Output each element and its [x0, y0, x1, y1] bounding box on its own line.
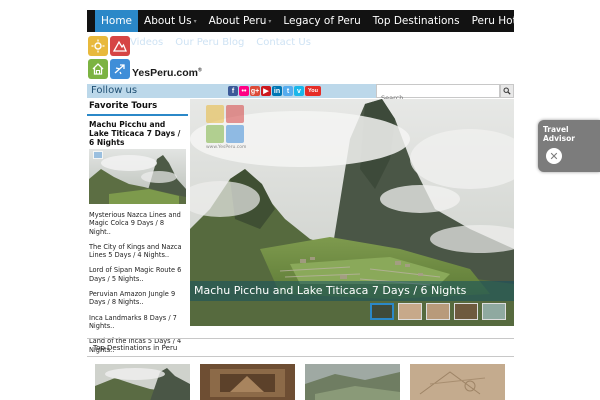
tour-link[interactable]: The City of Kings and Nazca Lines 5 Days…	[87, 243, 188, 260]
chevron-down-icon: ▾	[193, 17, 197, 25]
tour-link[interactable]: Lord of Sipan Magic Route 6 Days / 5 Nig…	[87, 266, 188, 283]
linkedin-icon[interactable]: in	[272, 86, 282, 96]
plane-icon	[110, 59, 130, 79]
hero-slider[interactable]: www.YesPeru.com Machu Picchu and Lake Ti…	[190, 99, 514, 326]
section-divider	[87, 356, 514, 357]
social-icons: f •• g+ ▶ in t v You	[228, 86, 321, 96]
logo-text: YesPeru.com®	[132, 67, 202, 79]
google-plus-icon[interactable]: g+	[250, 86, 260, 96]
travel-advisor-label: Travel Advisor	[543, 125, 575, 143]
search-button[interactable]	[500, 84, 514, 98]
nav-legacy-of-peru[interactable]: Legacy of Peru	[277, 10, 366, 32]
nav-peru-hotels[interactable]: Peru Hotels	[466, 10, 538, 32]
watermark-text: www.YesPeru.com	[206, 145, 247, 150]
search-icon	[503, 87, 511, 95]
facebook-icon[interactable]: f	[228, 86, 238, 96]
slider-thumb[interactable]	[482, 303, 506, 320]
destination-card[interactable]	[305, 364, 400, 400]
house-icon	[206, 125, 224, 143]
nav-about-us[interactable]: About Us ▾	[138, 10, 203, 32]
slider-thumb[interactable]	[398, 303, 422, 320]
top-destinations-section: Top Destinations in Peru	[87, 338, 514, 400]
mountain-icon	[110, 36, 130, 56]
house-icon	[88, 59, 108, 79]
youtube-small-icon[interactable]: ▶	[261, 86, 271, 96]
sun-icon	[206, 105, 224, 123]
search-box	[376, 84, 500, 104]
nav-legacy-label: Legacy of Peru	[283, 15, 361, 27]
main-navigation: Home About Us ▾ About Peru ▾ Legacy of Per…	[87, 10, 532, 32]
nav-about-peru-label: About Peru	[208, 15, 267, 27]
flickr-icon[interactable]: ••	[239, 86, 249, 96]
destination-card[interactable]	[410, 364, 505, 400]
youtube-icon[interactable]: You	[305, 86, 321, 96]
follow-label: Follow us	[91, 85, 138, 96]
destination-card[interactable]	[200, 364, 295, 400]
sun-icon	[88, 36, 108, 56]
nav-about-peru[interactable]: About Peru ▾	[203, 10, 278, 32]
nav-peru-hotels-label: Peru Hotels	[471, 15, 532, 27]
featured-tour-title[interactable]: Machu Picchu and Lake Titicaca 7 Days / …	[89, 120, 186, 147]
chevron-down-icon: ▾	[268, 17, 272, 25]
plane-icon	[226, 125, 244, 143]
slider-thumb[interactable]	[454, 303, 478, 320]
tour-link[interactable]: Inca Landmarks 8 Days / 7 Nights..	[87, 314, 188, 331]
favorite-tours-sidebar: Favorite Tours Machu Picchu and Lake Tit…	[87, 99, 188, 354]
site-logo[interactable]: YesPeru.com®	[88, 36, 202, 82]
logo-wordmark: YesPeru.com	[132, 67, 198, 79]
slider-caption[interactable]: Machu Picchu and Lake Titicaca 7 Days / …	[194, 284, 466, 297]
travel-advisor-widget[interactable]: Travel Advisor ✕	[538, 120, 600, 172]
tour-link[interactable]: Peruvian Amazon Jungle 9 Days / 8 Nights…	[87, 290, 188, 307]
subnav-contact[interactable]: Contact Us	[256, 37, 311, 48]
watermark-logo-icon	[93, 151, 103, 159]
watermark-logo: www.YesPeru.com	[206, 105, 250, 153]
registered-mark: ®	[197, 67, 202, 74]
nav-about-us-label: About Us	[144, 15, 192, 27]
nav-top-destinations[interactable]: Top Destinations	[367, 10, 466, 32]
slider-caption-bar: Machu Picchu and Lake Titicaca 7 Days / …	[190, 281, 514, 301]
slider-thumb[interactable]	[370, 303, 394, 320]
mountain-icon	[226, 105, 244, 123]
nav-home-label: Home	[101, 15, 133, 27]
twitter-icon[interactable]: t	[283, 86, 293, 96]
nav-home[interactable]: Home	[95, 10, 139, 32]
tour-link[interactable]: Mysterious Nazca Lines and Magic Colca 9…	[87, 211, 188, 236]
featured-tour-image[interactable]	[89, 149, 186, 204]
slider-thumb[interactable]	[426, 303, 450, 320]
vimeo-icon[interactable]: v	[294, 86, 304, 96]
slider-thumbnails	[370, 303, 506, 320]
close-icon[interactable]: ✕	[546, 148, 562, 164]
page: Home About Us ▾ About Peru ▾ Legacy of Per…	[0, 0, 600, 400]
destination-card[interactable]	[95, 364, 190, 400]
nav-top-destinations-label: Top Destinations	[372, 15, 460, 27]
sidebar-heading: Favorite Tours	[87, 99, 188, 116]
section-heading: Top Destinations in Peru	[93, 344, 178, 352]
